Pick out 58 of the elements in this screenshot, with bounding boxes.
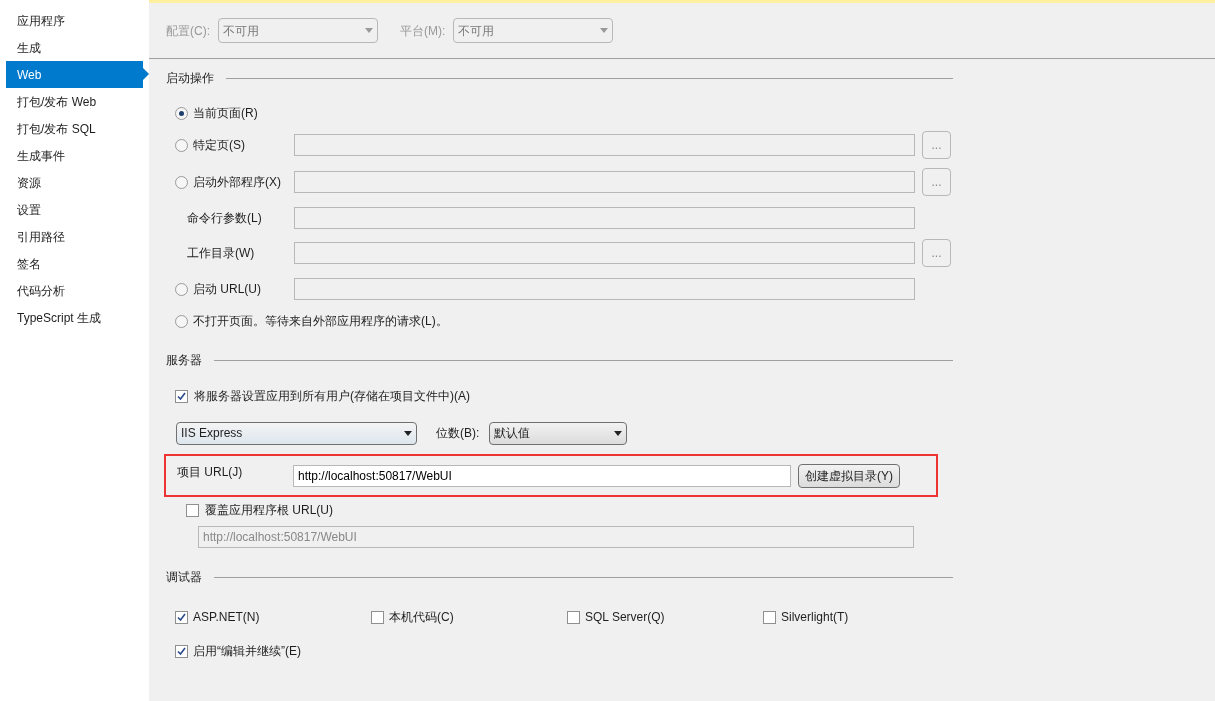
text-field[interactable] xyxy=(294,278,915,300)
radio-button[interactable] xyxy=(175,282,188,296)
sidebar-item[interactable]: 资源 xyxy=(6,169,143,196)
sidebar-item[interactable]: 引用路径 xyxy=(6,223,143,250)
sidebar-item[interactable]: 代码分析 xyxy=(6,277,143,304)
text-field[interactable] xyxy=(294,242,915,264)
bitness-dropdown[interactable]: 默认值 xyxy=(489,421,628,445)
section-title: 服务器 xyxy=(166,352,202,369)
checkbox-label: Silverlight(T) xyxy=(781,609,849,626)
sidebar-item[interactable]: 应用程序 xyxy=(6,7,143,34)
text-field[interactable] xyxy=(294,171,915,193)
sidebar-item[interactable]: 打包/发布 SQL xyxy=(6,115,143,142)
project-url-label: 项目 URL(J) xyxy=(176,464,244,481)
checkbox-label: 将服务器设置应用到所有用户(存储在项目文件中)(A) xyxy=(194,388,470,405)
checkbox[interactable] xyxy=(175,610,188,624)
bitness-label: 位数(B): xyxy=(436,425,480,442)
checkbox-label: 本机代码(C) xyxy=(389,609,454,626)
dropdown-arrow-icon xyxy=(600,28,609,33)
radio-button[interactable] xyxy=(175,175,188,189)
section-title: 调试器 xyxy=(166,569,202,586)
checkbox-label: 覆盖应用程序根 URL(U) xyxy=(205,502,333,519)
sidebar-item[interactable]: 生成事件 xyxy=(6,142,143,169)
option-label: 启动 URL(U) xyxy=(193,281,261,298)
radio-button[interactable] xyxy=(175,138,188,152)
checkbox[interactable] xyxy=(371,610,384,624)
config-label: 配置(C): xyxy=(166,22,210,40)
option-label: 命令行参数(L) xyxy=(187,210,262,227)
option-label: 当前页面(R) xyxy=(193,105,258,122)
text-field[interactable] xyxy=(294,134,915,156)
sidebar-item[interactable]: 设置 xyxy=(6,196,143,223)
radio-button[interactable] xyxy=(175,106,188,120)
text-field[interactable] xyxy=(294,207,915,229)
dropdown-arrow-icon xyxy=(614,430,623,436)
checkbox-label: SQL Server(Q) xyxy=(585,609,665,626)
option-label: 特定页(S) xyxy=(193,137,245,154)
checkbox[interactable] xyxy=(186,503,199,517)
pointer-icon xyxy=(143,68,149,80)
platform-label: 平台(M): xyxy=(400,22,446,40)
server-dropdown[interactable]: IIS Express xyxy=(176,421,417,445)
dropdown-arrow-icon xyxy=(404,430,412,436)
checkbox[interactable] xyxy=(175,644,188,658)
radio-button[interactable] xyxy=(175,314,188,328)
option-label: 不打开页面。等待来自外部应用程序的请求(L)。 xyxy=(193,313,448,330)
sidebar-item[interactable]: 打包/发布 Web xyxy=(6,88,143,115)
create-virtual-directory-button[interactable]: 创建虚拟目录(Y) xyxy=(798,463,900,488)
option-label: 工作目录(W) xyxy=(187,245,255,262)
sidebar-item[interactable]: TypeScript 生成 xyxy=(6,304,143,331)
option-label: 启动外部程序(X) xyxy=(193,174,281,191)
sidebar-item[interactable]: 生成 xyxy=(6,34,143,61)
checkbox[interactable] xyxy=(763,610,776,624)
checkbox[interactable] xyxy=(567,610,580,624)
sidebar-item[interactable]: 签名 xyxy=(6,250,143,277)
text-field[interactable]: http://localhost:50817/WebUI xyxy=(293,464,791,487)
checkbox-label: 启用“编辑并继续”(E) xyxy=(193,643,301,660)
checkbox-label: ASP.NET(N) xyxy=(193,609,260,626)
checkbox[interactable] xyxy=(175,389,188,403)
dropdown-arrow-icon xyxy=(365,28,373,33)
section-title: 启动操作 xyxy=(166,70,214,87)
